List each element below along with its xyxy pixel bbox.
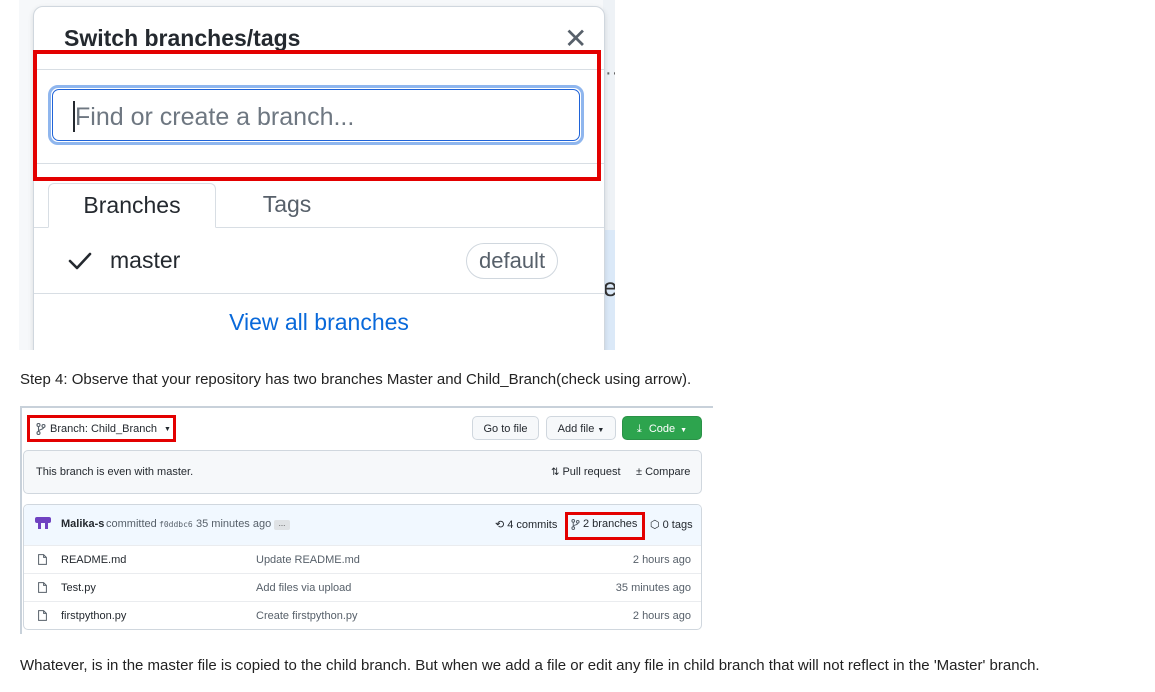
- file-row[interactable]: firstpython.py Create firstpython.py 2 h…: [24, 601, 701, 629]
- tab-branches[interactable]: Branches: [48, 183, 216, 228]
- check-icon: [68, 252, 92, 270]
- add-file-button[interactable]: Add file ▼: [546, 416, 616, 440]
- background-ellipsis: ··: [605, 62, 615, 84]
- tag-icon: ⬡: [650, 519, 660, 531]
- file-name[interactable]: firstpython.py: [61, 610, 126, 622]
- step-caption: Step 4: Observe that your repository has…: [20, 371, 692, 388]
- divider: [34, 293, 604, 294]
- history-icon: ⟲: [495, 519, 505, 531]
- screenshot-edge: [20, 406, 22, 634]
- pull-request-label: Pull request: [562, 466, 621, 478]
- pull-request-icon: ⇅: [551, 467, 560, 478]
- add-file-label: Add file: [557, 423, 595, 435]
- file-icon: [38, 610, 47, 621]
- chevron-down-icon: ▼: [680, 427, 688, 434]
- avatar: [35, 517, 51, 529]
- view-all-branches-link[interactable]: View all branches: [34, 309, 604, 336]
- commit-expand-button[interactable]: ...: [274, 520, 290, 530]
- explanation-caption: Whatever, is in the master file is copie…: [20, 657, 1040, 674]
- code-button[interactable]: ⤓ Code ▼: [622, 416, 702, 440]
- file-commit-message[interactable]: Update README.md: [256, 554, 360, 566]
- file-age: 2 hours ago: [632, 610, 691, 622]
- tags-link[interactable]: ⬡ 0 tags: [650, 518, 693, 532]
- file-age: 2 hours ago: [632, 554, 691, 566]
- file-age: 35 minutes ago: [615, 582, 691, 594]
- branch-status-box: This branch is even with master. ⇅ Pull …: [23, 450, 702, 494]
- tab-tags[interactable]: Tags: [232, 183, 342, 228]
- branch-status-text: This branch is even with master.: [36, 466, 194, 478]
- repository-screenshot: Branch: Child_Branch ▼ Go to file Add fi…: [20, 406, 713, 634]
- commit-author[interactable]: Malika-s: [61, 518, 104, 530]
- commit-verb: committed: [106, 518, 157, 530]
- file-name[interactable]: Test.py: [61, 582, 96, 594]
- file-name[interactable]: README.md: [61, 554, 126, 566]
- pull-request-link[interactable]: ⇅ Pull request: [551, 466, 621, 478]
- download-icon: ⤓: [636, 423, 642, 435]
- close-icon[interactable]: ✕: [564, 25, 587, 53]
- diff-icon: ±: [636, 466, 643, 478]
- commit-sha[interactable]: f0ddbc6: [159, 520, 193, 529]
- file-commit-message[interactable]: Create firstpython.py: [256, 610, 358, 622]
- branch-name: master: [110, 247, 181, 273]
- go-to-file-button[interactable]: Go to file: [472, 416, 539, 440]
- branch-item-master[interactable]: master default: [34, 229, 604, 293]
- file-row[interactable]: Test.py Add files via upload 35 minutes …: [24, 573, 701, 602]
- file-icon: [38, 582, 47, 593]
- highlight-box: [27, 415, 176, 442]
- file-list: Malika-s committed f0ddbc6 35 minutes ag…: [23, 504, 702, 630]
- chevron-down-icon: ▼: [597, 427, 605, 434]
- tags-count: 0 tags: [662, 518, 693, 531]
- screenshot-edge: [20, 406, 713, 408]
- default-badge: default: [466, 243, 559, 279]
- highlight-box: [565, 512, 645, 540]
- latest-commit-bar: Malika-s committed f0ddbc6 35 minutes ag…: [24, 505, 701, 546]
- commits-count: 4 commits: [507, 518, 558, 531]
- panel-title: Switch branches/tags: [64, 25, 301, 51]
- code-label: Code: [648, 423, 676, 435]
- compare-label: Compare: [645, 466, 691, 478]
- commits-link[interactable]: ⟲ 4 commits: [495, 518, 558, 532]
- commit-time: 35 minutes ago: [196, 518, 272, 530]
- file-row[interactable]: README.md Update README.md 2 hours ago: [24, 545, 701, 574]
- file-commit-message[interactable]: Add files via upload: [256, 582, 351, 594]
- highlight-box: [33, 50, 601, 181]
- file-icon: [38, 554, 47, 565]
- compare-link[interactable]: ± Compare: [636, 466, 690, 478]
